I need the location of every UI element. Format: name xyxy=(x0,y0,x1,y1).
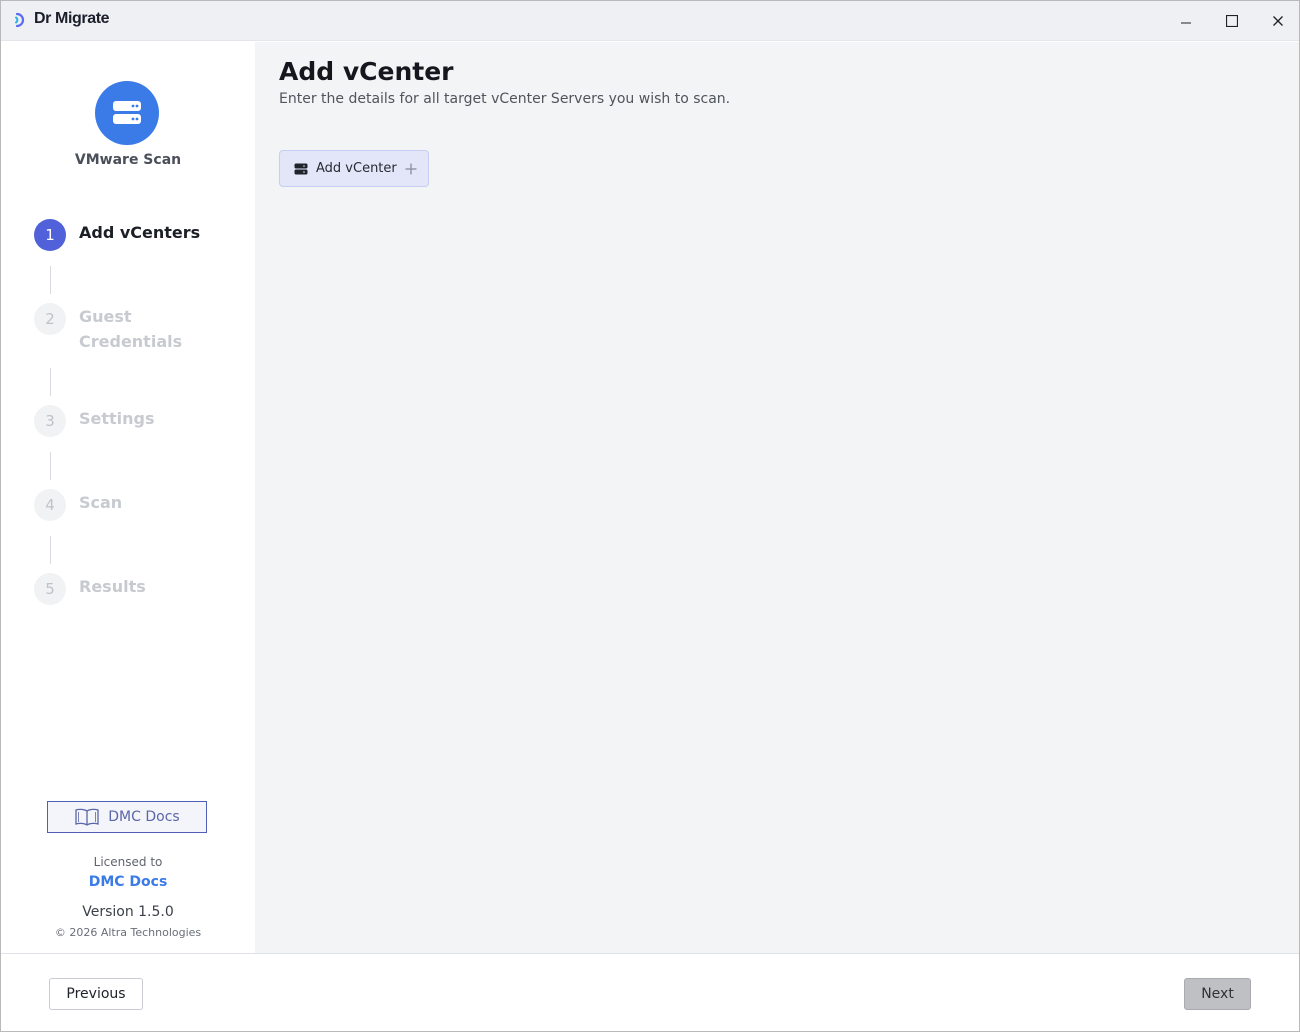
page-subtitle: Enter the details for all target vCenter… xyxy=(279,91,731,107)
step-number: 1 xyxy=(34,219,66,251)
dmc-docs-label: DMC Docs xyxy=(108,809,180,825)
step-connector xyxy=(50,368,51,396)
step-label: Settings xyxy=(79,409,155,428)
step-connector xyxy=(50,452,51,480)
step-number: 4 xyxy=(34,489,66,521)
close-button[interactable] xyxy=(1255,1,1300,41)
sidebar: VMware Scan 1 Add vCenters 2 Guest Crede… xyxy=(1,42,255,953)
licensee-name: DMC Docs xyxy=(88,874,168,890)
maximize-button[interactable] xyxy=(1209,1,1255,41)
step-label: Scan xyxy=(79,493,123,512)
plus-icon xyxy=(405,163,417,174)
step-number: 3 xyxy=(34,405,66,437)
step-label: Guest Credentials xyxy=(79,307,183,351)
dr-migrate-logo-icon xyxy=(15,12,25,28)
copyright-label: © 2026 Altra Technologies xyxy=(54,926,202,939)
step-label: Add vCenters xyxy=(79,223,201,242)
add-vcenter-label: Add vCenter xyxy=(316,161,397,176)
licensed-to-label: Licensed to xyxy=(93,855,163,869)
server-icon xyxy=(294,163,308,174)
page-title: Add vCenter xyxy=(279,57,454,86)
close-icon xyxy=(1273,16,1283,26)
server-icon xyxy=(113,101,141,124)
next-button[interactable]: Next xyxy=(1184,978,1251,1010)
maximize-icon xyxy=(1226,15,1238,27)
version-label: Version 1.5.0 xyxy=(82,904,174,920)
app-title: Dr Migrate xyxy=(34,10,110,27)
step-number: 2 xyxy=(34,303,66,335)
scan-avatar xyxy=(95,81,159,145)
previous-button[interactable]: Previous xyxy=(49,978,143,1010)
book-icon xyxy=(75,808,99,826)
step-connector xyxy=(50,536,51,564)
step-number: 5 xyxy=(34,573,66,605)
minimize-icon xyxy=(1181,22,1191,24)
app-window: Dr Migrate VMware Scan 1 Add vCenters 2 … xyxy=(0,0,1300,1032)
minimize-button[interactable] xyxy=(1163,1,1209,41)
footer: Previous Next xyxy=(1,953,1299,1031)
scan-title: VMware Scan xyxy=(74,152,182,168)
add-vcenter-button[interactable]: Add vCenter xyxy=(279,150,429,187)
step-label: Results xyxy=(79,577,146,596)
title-bar[interactable]: Dr Migrate xyxy=(1,1,1299,41)
main-content: Add vCenter Enter the details for all ta… xyxy=(255,42,1299,953)
dmc-docs-button[interactable]: DMC Docs xyxy=(47,801,207,833)
step-connector xyxy=(50,266,51,294)
